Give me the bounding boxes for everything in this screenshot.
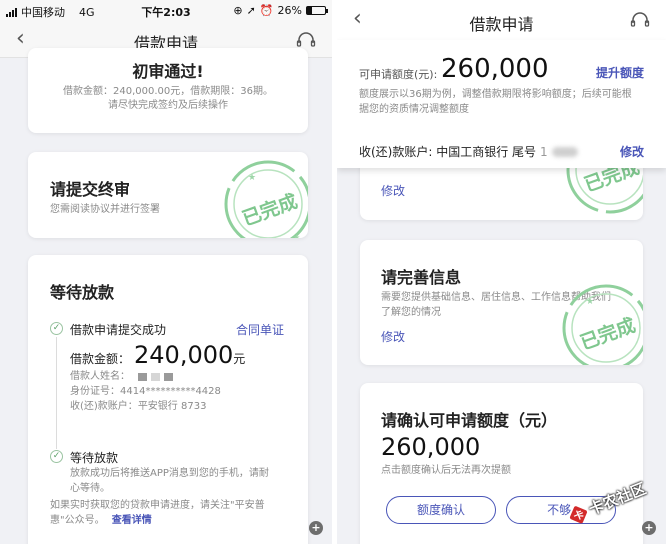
zoom-icon[interactable]: +: [309, 521, 323, 535]
page-title: 借款申请: [469, 15, 534, 34]
follow-note-text: 惠"公众号。: [50, 515, 105, 526]
timeline-line: [56, 337, 57, 449]
account-modify-link[interactable]: 修改: [620, 143, 644, 160]
account-value: 平安银行 8733: [137, 401, 207, 412]
confirm-quota-button[interactable]: 额度确认: [386, 496, 496, 524]
step2-desc-line1: 放款成功后将推送APP消息到您的手机，请耐: [70, 468, 269, 479]
step-check-icon: ✓: [50, 322, 63, 335]
battery-icon: [306, 6, 328, 15]
status-bar: 中国移动 4G 下午2:03 ⊕ ➚ ⏰ 26%: [0, 0, 332, 22]
account-redacted-block: [551, 146, 578, 157]
account-row: 收(还)款账户：平安银行 8733: [70, 399, 206, 414]
initial-review-line1: 借款金额：240,000.00元，借款期限：36期。: [63, 86, 273, 97]
confirm-quota-value: 260,000: [381, 433, 481, 461]
battery-fill: [307, 7, 312, 14]
completed-stamp-icon: 已完成 ★: [562, 284, 643, 365]
stamp-star-icon: ★: [586, 297, 594, 307]
location-icon: ➚: [246, 4, 256, 17]
name-redacted-block: [151, 372, 160, 381]
initial-review-title: 初审通过!: [132, 62, 204, 81]
complete-info-card[interactable]: 请完善信息 需要您提供基础信息、居住信息、工作信息帮助我们 了解您的情况 修改 …: [360, 240, 643, 365]
quota-label: 可申请额度(元):: [359, 68, 438, 81]
loan-amount-unit: 元: [233, 352, 246, 366]
awaiting-title: 等待放款: [50, 283, 115, 302]
stamp-star-icon: ★: [293, 233, 300, 238]
borrower-name-label: 借款人姓名：: [70, 371, 130, 382]
step2-title: 等待放款: [70, 451, 119, 465]
step-pending-icon: ✓: [50, 450, 63, 463]
step1-title: 借款申请提交成功: [70, 323, 167, 337]
stamp-star-icon: ★: [248, 173, 256, 183]
headset-icon[interactable]: [630, 12, 650, 28]
name-redacted-block: [164, 372, 173, 381]
view-details-link[interactable]: 查看详情: [112, 515, 152, 526]
alarm-icon: ⏰: [259, 4, 274, 17]
quota-panel: 可申请额度(元): 260,000 提升额度 额度展示以36期为例，调整借款期限…: [337, 40, 666, 168]
right-phone-screen: ‹ 借款申请 修改 已完成 可申请额度(元): 260,000 提升额度 额度展…: [337, 0, 666, 544]
quota-value: 260,000: [441, 54, 549, 84]
awaiting-disbursement-card: 等待放款 ✓ 借款申请提交成功 合同单证 借款金额： 240,000 元 借款人…: [28, 255, 308, 544]
lock-rotation-icon: ⊕: [233, 4, 243, 17]
zoom-icon[interactable]: +: [642, 521, 656, 535]
follow-note-line1: 如果实时获取您的贷款申请进度，请关注"平安普: [50, 500, 265, 511]
complete-info-desc2: 了解您的情况: [381, 307, 441, 318]
battery-percent: 26%: [277, 4, 302, 17]
repayment-account-row: 收(还)款账户: 中国工商银行 尾号 1: [359, 143, 578, 160]
quota-desc-line1: 额度展示以36期为例，调整借款期限将影响额度；后续可能根: [359, 89, 632, 100]
repayment-account-label: 收(还)款账户: 中国工商银行 尾号: [359, 145, 537, 159]
completed-stamp-icon: 已完成 ★ ★: [224, 160, 308, 238]
step2-desc-line2: 心等待。: [70, 483, 110, 494]
final-review-card[interactable]: 请提交终审 您需阅读协议并进行签署 已完成 ★ ★: [28, 152, 308, 238]
initial-review-card: 初审通过! 借款金额：240,000.00元，借款期限：36期。 请尽快完成签约…: [28, 48, 308, 133]
borrower-name-row: 借款人姓名：: [70, 369, 173, 384]
id-number-row: 身份证号：4414**********4428: [70, 384, 221, 399]
loan-amount-label: 借款金额：: [70, 352, 131, 366]
final-review-title: 请提交终审: [50, 180, 131, 199]
partial-modify-link[interactable]: 修改: [381, 182, 405, 199]
id-number-value: 4414**********4428: [120, 386, 221, 397]
info-modify-link[interactable]: 修改: [381, 328, 405, 345]
final-review-desc: 您需阅读协议并进行签署: [50, 204, 160, 215]
confirm-quota-title: 请确认可申请额度（元）: [381, 411, 558, 430]
contract-documents-link[interactable]: 合同单证: [236, 321, 284, 338]
left-phone-screen: 中国移动 4G 下午2:03 ⊕ ➚ ⏰ 26% ‹ 借款申请 初审通过! 借款…: [0, 0, 332, 544]
confirm-quota-card: 请确认可申请额度（元） 260,000 点击额度确认后无法再次提额 额度确认 不…: [360, 383, 643, 544]
confirm-quota-desc: 点击额度确认后无法再次提额: [381, 465, 511, 476]
loan-amount-value: 240,000: [134, 341, 234, 369]
loan-amount-row: 借款金额： 240,000 元: [70, 341, 245, 369]
status-right: ⊕ ➚ ⏰ 26%: [233, 4, 328, 17]
initial-review-line2: 请尽快完成签约及后续操作: [108, 100, 228, 111]
id-number-label: 身份证号：: [70, 386, 120, 397]
nav-bar: ‹ 借款申请: [337, 0, 666, 40]
stamp-text: 已完成: [577, 313, 638, 354]
raise-quota-link[interactable]: 提升额度: [596, 64, 644, 81]
quota-desc-line2: 据您的资质情况调整额度: [359, 104, 469, 115]
headset-icon[interactable]: [296, 32, 316, 48]
name-redacted-block: [138, 372, 147, 381]
complete-info-title: 请完善信息: [381, 268, 462, 287]
account-label: 收(还)款账户：: [70, 401, 138, 412]
stamp-text: 已完成: [239, 189, 300, 230]
follow-note-line2: 惠"公众号。 查看详情: [50, 513, 152, 528]
repayment-account-tail: 1: [540, 144, 548, 159]
